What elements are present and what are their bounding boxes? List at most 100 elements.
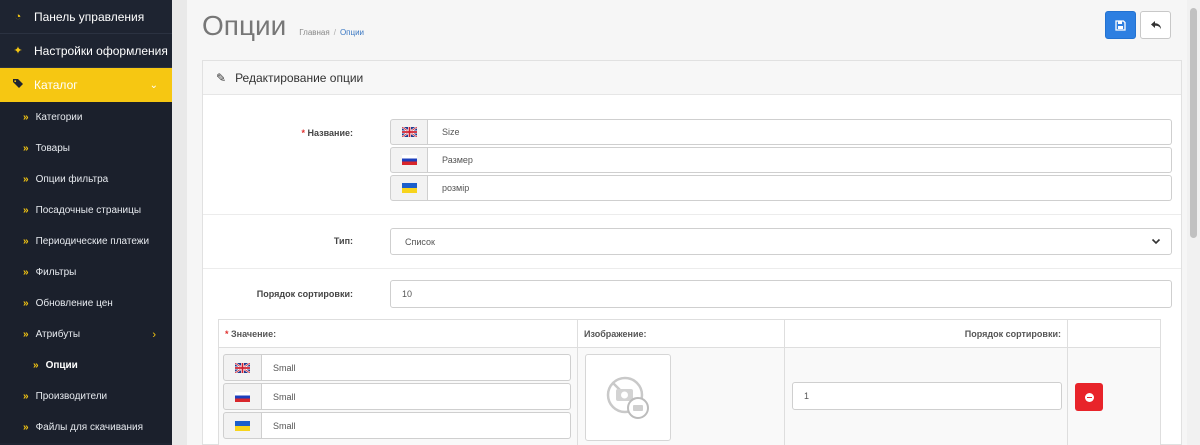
header-sort-order: Порядок сортировки: bbox=[785, 320, 1067, 348]
column-divider bbox=[577, 320, 578, 445]
sidebar-item-recurring-payments[interactable]: » Периодические платежи bbox=[0, 226, 172, 257]
value-sort-order-input[interactable]: 1 bbox=[792, 382, 1062, 410]
double-chevron-icon: » bbox=[33, 360, 39, 371]
sidebar-item-filter-options[interactable]: » Опции фильтра bbox=[0, 164, 172, 195]
uk-flag-icon bbox=[390, 119, 428, 145]
name-input-ua[interactable]: розмір bbox=[428, 175, 1172, 201]
breadcrumb-home[interactable]: Главная bbox=[299, 28, 329, 37]
sidebar-item-label: Атрибуты bbox=[35, 329, 81, 340]
ru-flag-icon bbox=[223, 383, 262, 410]
ru-flag-icon bbox=[390, 147, 428, 173]
value-input-group-ru: Small bbox=[223, 383, 571, 410]
back-button[interactable] bbox=[1140, 11, 1171, 39]
sidebar-item-options[interactable]: » Опции bbox=[0, 350, 172, 381]
nav-dashboard-label: Панель управления bbox=[34, 9, 145, 24]
chevron-right-icon: › bbox=[152, 328, 156, 341]
sidebar-item-label: Производители bbox=[35, 391, 108, 402]
type-label: Тип: bbox=[333, 236, 353, 246]
sort-order-input[interactable]: 10 bbox=[390, 280, 1172, 308]
type-select-value: Список bbox=[405, 236, 435, 247]
header-value-text: Значение: bbox=[231, 328, 277, 339]
header-sort-order-text: Порядок сортировки: bbox=[964, 328, 1061, 339]
header-image-text: Изображение: bbox=[584, 328, 647, 339]
card-title: Редактирование опции bbox=[235, 70, 364, 85]
column-divider bbox=[784, 320, 785, 445]
value-input-ua[interactable]: Small bbox=[262, 412, 571, 439]
name-input-group-ua: розмір bbox=[390, 175, 1172, 201]
dashboard-icon: ◔ bbox=[14, 10, 22, 23]
sidebar-item-label: Опции bbox=[45, 360, 78, 371]
minus-circle-icon bbox=[1084, 392, 1094, 402]
sidebar-item-price-update[interactable]: » Обновление цен bbox=[0, 288, 172, 319]
breadcrumb-separator: / bbox=[333, 28, 336, 37]
name-label: * Название: bbox=[203, 128, 353, 138]
no-image-placeholder-icon bbox=[606, 376, 649, 419]
uk-flag-icon bbox=[223, 354, 262, 381]
form-group-name: * Название: Size Размер розмір bbox=[203, 95, 1181, 215]
nav-dashboard[interactable]: ◔ Панель управления bbox=[0, 0, 172, 34]
sidebar: ◔ Панель управления ✦ Настройки оформлен… bbox=[0, 0, 172, 445]
sidebar-item-label: Периодические платежи bbox=[35, 236, 150, 247]
type-select[interactable]: Список bbox=[390, 228, 1172, 255]
remove-value-button[interactable] bbox=[1075, 383, 1103, 411]
chevron-down-icon: ⌄ bbox=[149, 79, 158, 91]
sidebar-item-products[interactable]: » Товары bbox=[0, 133, 172, 164]
sidebar-item-label: Обновление цен bbox=[35, 298, 113, 309]
double-chevron-icon: » bbox=[23, 143, 29, 154]
name-input-en[interactable]: Size bbox=[428, 119, 1172, 145]
required-mark: * bbox=[225, 328, 229, 339]
edit-option-card: ✎ Редактирование опции * Название: Size … bbox=[202, 60, 1182, 445]
sidebar-item-attributes[interactable]: » Атрибуты › bbox=[0, 319, 172, 350]
sidebar-item-manufacturers[interactable]: » Производители bbox=[0, 381, 172, 412]
header-image: Изображение: bbox=[578, 320, 784, 348]
breadcrumb-current[interactable]: Опции bbox=[340, 28, 364, 37]
magic-wand-icon: ✦ bbox=[13, 45, 23, 57]
sidebar-item-label: Фильтры bbox=[35, 267, 77, 278]
page-title: Опции bbox=[202, 10, 287, 41]
nav-catalog[interactable]: Каталог ⌄ bbox=[0, 68, 172, 102]
page-header: Опции Главная / Опции bbox=[202, 10, 364, 42]
double-chevron-icon: » bbox=[23, 298, 29, 309]
sidebar-item-label: Категории bbox=[35, 112, 83, 123]
value-input-group-en: Small bbox=[223, 354, 571, 381]
sidebar-item-downloads[interactable]: » Файлы для скачивания bbox=[0, 412, 172, 443]
floppy-disk-icon bbox=[1115, 19, 1126, 31]
sidebar-item-label: Опции фильтра bbox=[35, 174, 109, 185]
reply-arrow-icon bbox=[1150, 20, 1161, 29]
nav-catalog-label: Каталог bbox=[34, 78, 78, 92]
breadcrumb: Главная / Опции bbox=[299, 28, 364, 37]
double-chevron-icon: » bbox=[23, 112, 29, 123]
value-input-ru[interactable]: Small bbox=[262, 383, 571, 410]
column-divider bbox=[1067, 320, 1068, 445]
option-values-table: * Значение: Изображение: Порядок сортиро… bbox=[218, 319, 1161, 445]
name-input-group-en: Size bbox=[390, 119, 1172, 145]
scrollbar-thumb[interactable] bbox=[1190, 8, 1197, 238]
card-header: ✎ Редактирование опции bbox=[203, 61, 1181, 95]
sidebar-item-label: Товары bbox=[35, 143, 70, 154]
ua-flag-icon bbox=[223, 412, 262, 439]
ua-flag-icon bbox=[390, 175, 428, 201]
pencil-icon: ✎ bbox=[216, 70, 227, 85]
double-chevron-icon: » bbox=[23, 422, 29, 433]
chevron-down-icon bbox=[1151, 236, 1161, 249]
table-row: Small Small Small 1 bbox=[219, 348, 1160, 445]
value-input-en[interactable]: Small bbox=[262, 354, 571, 381]
page-scrollbar[interactable] bbox=[1187, 0, 1200, 445]
name-label-text: Название: bbox=[307, 128, 353, 138]
sidebar-item-categories[interactable]: » Категории bbox=[0, 102, 172, 133]
header-value: * Значение: bbox=[219, 320, 577, 348]
double-chevron-icon: » bbox=[23, 174, 29, 185]
main-content: Опции Главная / Опции ✎ Редактирование опц… bbox=[172, 0, 1187, 445]
nav-design-settings[interactable]: ✦ Настройки оформления bbox=[0, 34, 172, 68]
header-actions bbox=[1068, 320, 1160, 348]
value-input-group-ua: Small bbox=[223, 412, 571, 439]
name-input-ru[interactable]: Размер bbox=[428, 147, 1172, 173]
save-button[interactable] bbox=[1105, 11, 1136, 39]
name-input-group-ru: Размер bbox=[390, 147, 1172, 173]
sidebar-item-filters[interactable]: » Фильтры bbox=[0, 257, 172, 288]
sidebar-item-label: Посадочные страницы bbox=[35, 205, 142, 216]
image-thumbnail[interactable] bbox=[585, 354, 671, 441]
form-group-type: Тип: Список bbox=[203, 215, 1181, 269]
sort-order-label: Порядок сортировки: bbox=[256, 289, 353, 299]
sidebar-item-landing-pages[interactable]: » Посадочные страницы bbox=[0, 195, 172, 226]
